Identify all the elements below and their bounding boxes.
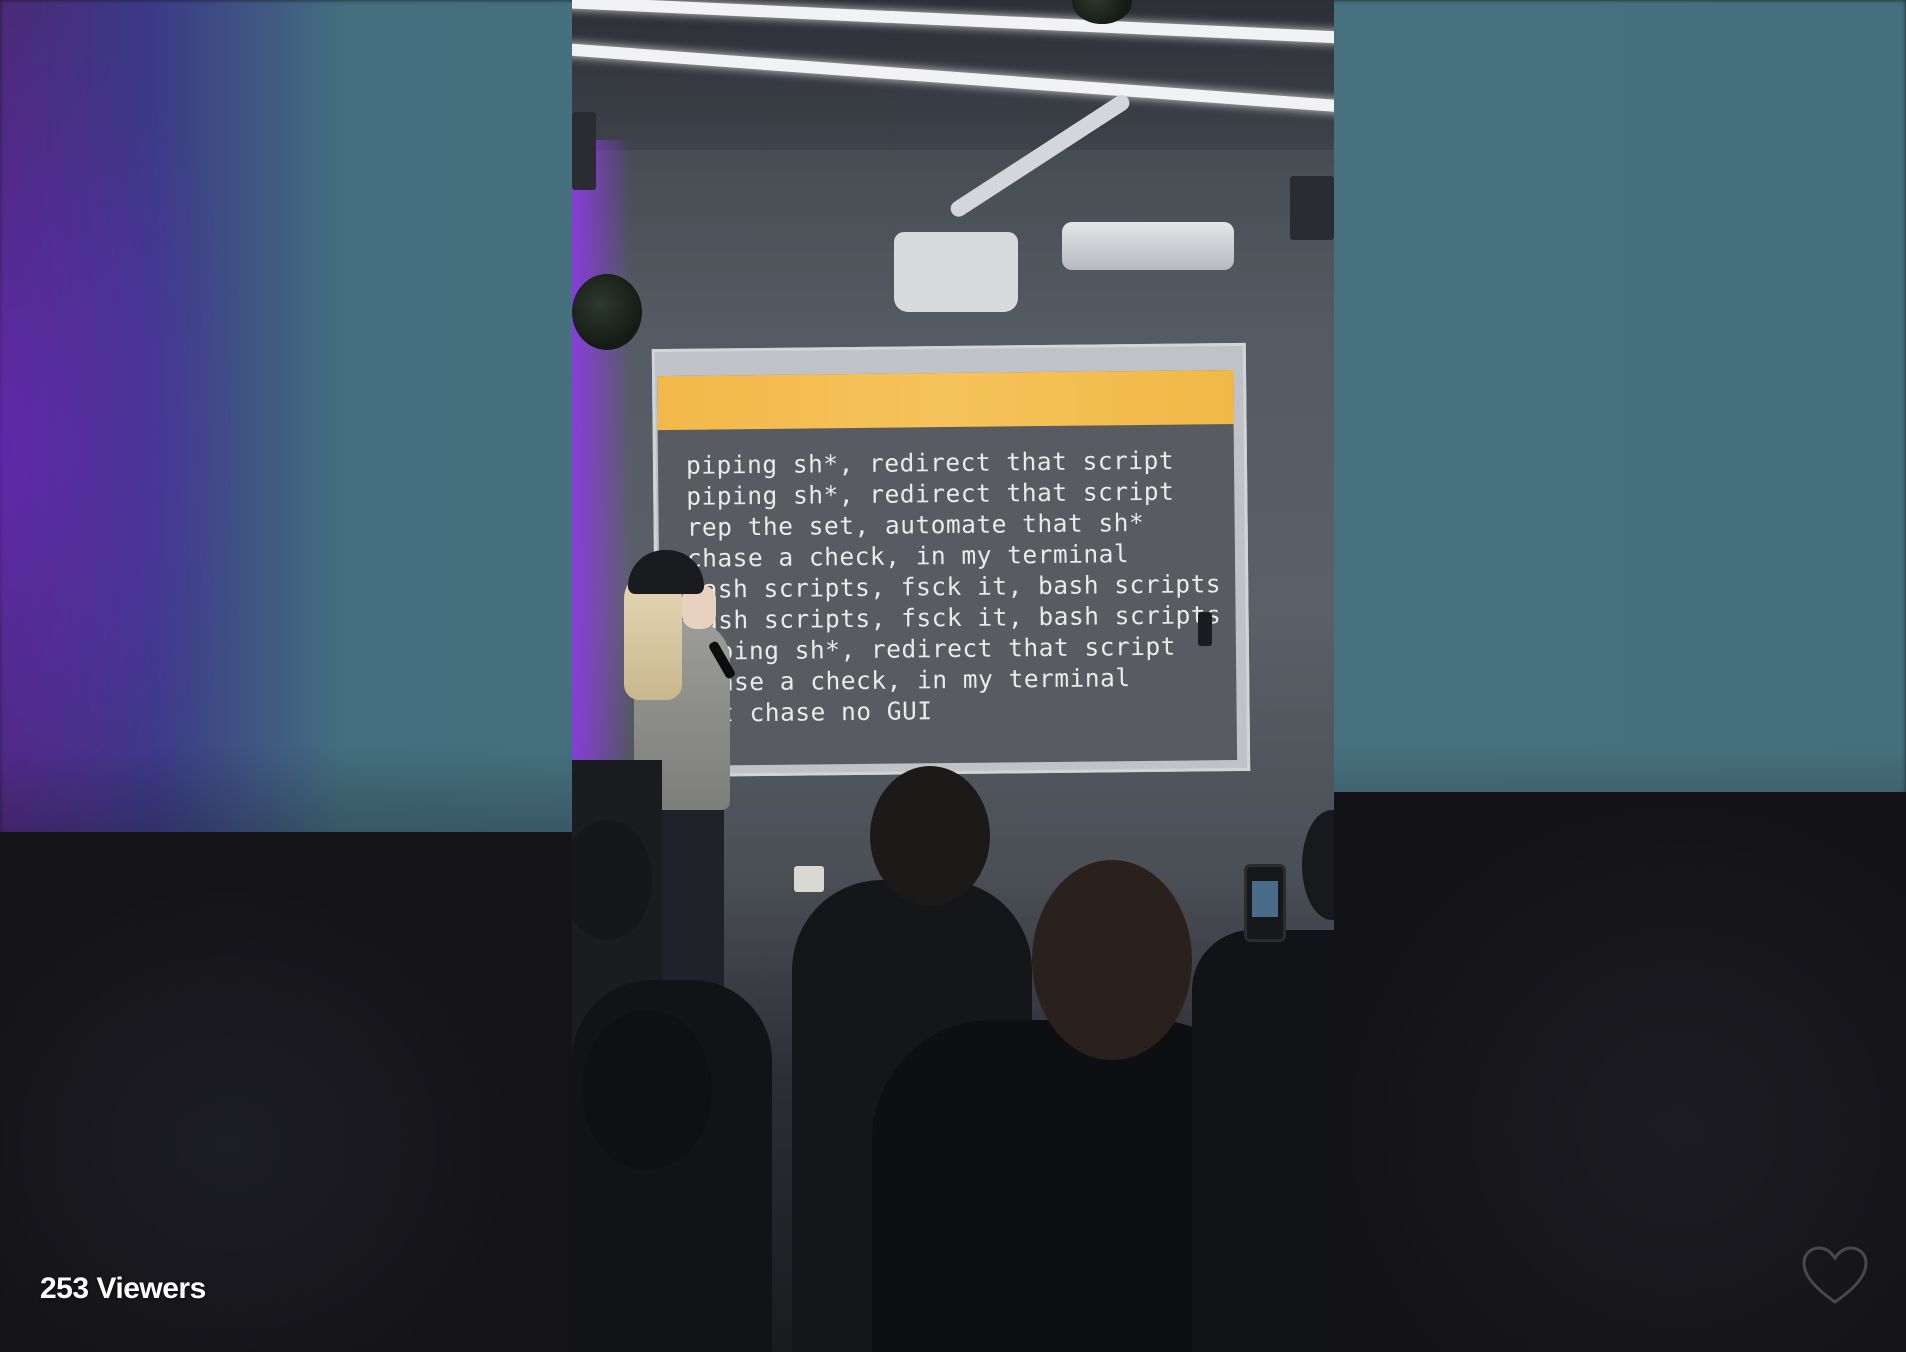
wall-outlet xyxy=(794,866,824,892)
live-stream-view: piping sh*, redirect that script piping … xyxy=(0,0,1906,1352)
projector-mount-plate xyxy=(894,232,1018,312)
audience-head xyxy=(1032,860,1192,1060)
wall-speaker xyxy=(572,112,596,190)
video-frame[interactable]: piping sh*, redirect that script piping … xyxy=(572,0,1334,1352)
blurred-purple-glow xyxy=(0,0,260,900)
wall-switch xyxy=(1198,612,1212,646)
slide-line: piping sh*, redirect that script xyxy=(687,631,1177,666)
audience-member xyxy=(1192,930,1334,1352)
audience-phone xyxy=(1244,864,1286,942)
hanging-plant xyxy=(572,274,642,350)
slide-line: rep the set, automate that sh* xyxy=(686,507,1145,542)
slide-line: but chase no GUI xyxy=(688,696,933,728)
slide-header-bar xyxy=(657,370,1234,431)
stage-purple-light xyxy=(572,140,632,790)
viewer-count: 253 Viewers xyxy=(40,1272,206,1305)
slide: piping sh*, redirect that script piping … xyxy=(657,370,1238,767)
projection-screen: piping sh*, redirect that script piping … xyxy=(651,342,1251,778)
audience-head xyxy=(870,766,990,906)
wall-speaker xyxy=(1290,176,1334,240)
audience-head xyxy=(582,1010,712,1170)
slide-lyrics: piping sh*, redirect that script piping … xyxy=(686,444,1223,729)
projector xyxy=(1062,222,1234,270)
heart-outline-icon[interactable] xyxy=(1800,1244,1870,1308)
